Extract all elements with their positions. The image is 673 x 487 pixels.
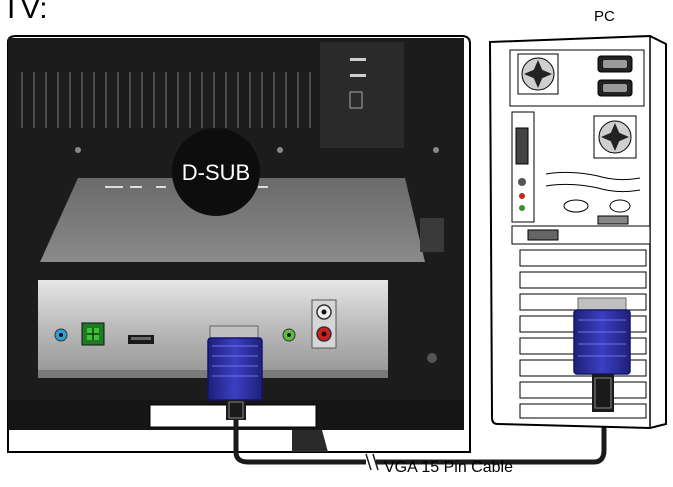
tv-label: TV: bbox=[2, 0, 48, 25]
connector-label: D-SUB bbox=[182, 160, 250, 185]
psu-fan-icon bbox=[517, 53, 559, 95]
cable-label: VGA 15 Pin Cable bbox=[384, 459, 513, 476]
audio-in-port bbox=[282, 328, 296, 342]
hdmi-port bbox=[128, 335, 154, 344]
spdif-port bbox=[81, 322, 105, 346]
case-fan-icon bbox=[593, 115, 637, 159]
pc-vga-port bbox=[527, 229, 559, 241]
pc-label: PC bbox=[594, 8, 615, 25]
headphone-port bbox=[54, 328, 68, 342]
connection-diagram: D-SUB bbox=[7, 34, 667, 471]
io-port bbox=[515, 127, 529, 165]
rca-ports bbox=[311, 299, 337, 349]
